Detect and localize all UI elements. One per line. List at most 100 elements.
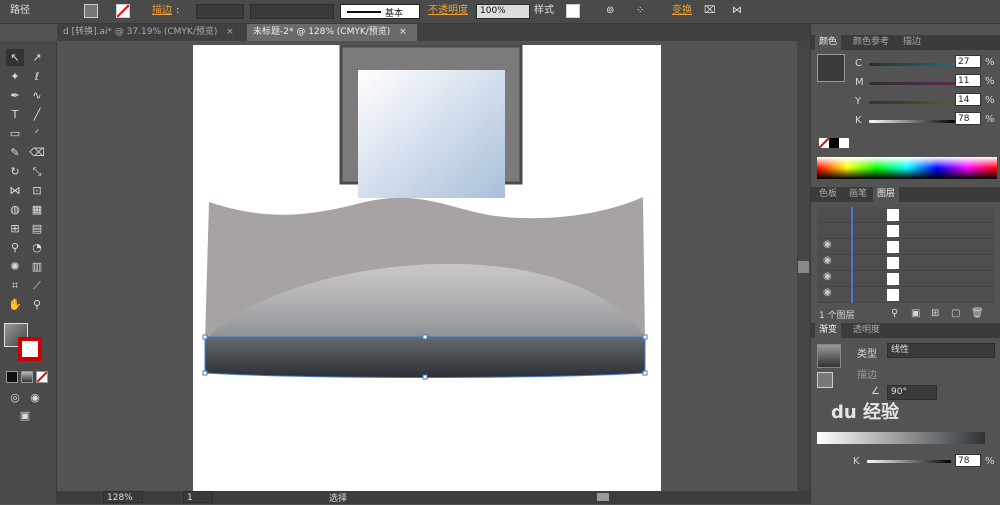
layer-row[interactable] — [817, 223, 995, 239]
artboard-tool-icon[interactable]: ⌗ — [6, 277, 24, 294]
anchor-point[interactable] — [422, 374, 428, 380]
locate-object-icon[interactable]: ⚲ — [891, 308, 898, 319]
curvature-icon[interactable]: ∿ — [28, 87, 46, 104]
slice-tool-icon[interactable]: ⟋ — [28, 277, 46, 294]
scale-icon[interactable]: ⤡ — [28, 163, 46, 180]
hand-tool-icon[interactable]: ✋ — [6, 296, 24, 313]
pencil-icon[interactable]: ✎ — [6, 144, 24, 161]
new-layer-icon[interactable]: ▢ — [951, 308, 960, 319]
black-swatch[interactable] — [829, 138, 839, 148]
m-value[interactable]: 11 — [955, 74, 981, 87]
zoom-tool-icon[interactable]: ⚲ — [28, 296, 46, 313]
eye-icon[interactable]: ◉ — [823, 271, 832, 282]
scroll-thumb[interactable] — [597, 493, 609, 501]
picture-panel[interactable] — [358, 70, 505, 198]
gradient-mode-icon[interactable] — [21, 371, 33, 383]
gradient-tool-icon[interactable]: ▤ — [28, 220, 46, 237]
tab-layers[interactable]: 图层 — [873, 187, 900, 202]
rotate-icon[interactable]: ↻ — [6, 163, 24, 180]
k-value[interactable]: 78 — [955, 112, 981, 125]
line-tool-icon[interactable]: ╱ — [28, 106, 46, 123]
lasso-icon[interactable]: ℓ — [28, 68, 46, 85]
gradient-type-dropdown[interactable]: 线性 — [887, 343, 995, 358]
zoom-dropdown[interactable]: 128% — [103, 491, 143, 503]
tab-gradient[interactable]: 渐变 — [815, 323, 842, 338]
variable-width-dropdown[interactable] — [250, 4, 334, 19]
bed-base-shape[interactable] — [204, 336, 646, 378]
layer-row[interactable] — [817, 271, 995, 287]
perspective-grid-icon[interactable]: ▦ — [28, 201, 46, 218]
vertical-scrollbar[interactable] — [797, 41, 810, 491]
tab-color-guide[interactable]: 颜色参考 — [849, 35, 893, 50]
none-mode-icon[interactable] — [36, 371, 48, 383]
stroke-weight-dropdown[interactable] — [196, 4, 244, 19]
color-spectrum[interactable] — [817, 157, 997, 179]
anchor-point[interactable] — [422, 334, 428, 340]
slider-y[interactable] — [869, 101, 955, 104]
opacity-label[interactable]: 不透明度 — [428, 4, 468, 18]
eye-icon[interactable]: ◉ — [823, 287, 832, 298]
recolor-icon[interactable]: ⊚ — [606, 4, 614, 18]
pen-tool-icon[interactable]: ✒ — [6, 87, 24, 104]
layer-row[interactable] — [817, 255, 995, 271]
tab-stroke[interactable]: 描边 — [899, 35, 925, 50]
mesh-tool-icon[interactable]: ⊞ — [6, 220, 24, 237]
y-value[interactable]: 14 — [955, 93, 981, 106]
page-field[interactable]: 1 — [183, 491, 213, 503]
eye-icon[interactable]: ◉ — [823, 239, 832, 250]
trash-icon[interactable]: 🗑 — [971, 308, 984, 319]
width-tool-icon[interactable]: ⋈ — [6, 182, 24, 199]
tab-transparency[interactable]: 透明度 — [849, 323, 884, 338]
tab-document-2[interactable]: 未标题-2* @ 128% (CMYK/预览) × — [247, 24, 417, 41]
tab-document-1[interactable]: d [转换].ai* @ 37.19% (CMYK/预览) × — [57, 24, 243, 41]
symbol-sprayer-icon[interactable]: ✺ — [6, 258, 24, 275]
eye-icon[interactable]: ◉ — [823, 255, 832, 266]
rectangle-tool-icon[interactable]: ▭ — [6, 125, 24, 142]
anchor-point[interactable] — [642, 334, 648, 340]
scroll-thumb[interactable] — [798, 261, 809, 273]
layer-row[interactable] — [817, 287, 995, 303]
graph-tool-icon[interactable]: ▥ — [28, 258, 46, 275]
fill-swatch[interactable] — [84, 4, 98, 18]
anchor-point[interactable] — [642, 370, 648, 376]
align-icon[interactable]: ⁘ — [636, 4, 644, 18]
free-transform-icon[interactable]: ⊡ — [28, 182, 46, 199]
gradient-slider[interactable] — [817, 432, 985, 444]
selection-tool-icon[interactable]: ↖ — [6, 49, 24, 66]
close-icon[interactable]: × — [399, 27, 407, 37]
eraser-icon[interactable]: ⌫ — [28, 144, 46, 161]
slider-c[interactable] — [869, 63, 955, 66]
tab-brushes[interactable]: 画笔 — [845, 187, 871, 202]
tab-color[interactable]: 颜色 — [815, 35, 842, 50]
screen-mode-icon[interactable]: ▣ — [16, 407, 34, 424]
isolate-icon[interactable]: ⌧ — [704, 4, 716, 18]
shape-builder-icon[interactable]: ◍ — [6, 201, 24, 218]
slider-k[interactable] — [869, 120, 955, 123]
color-mode-icon[interactable] — [6, 371, 18, 383]
slider-m[interactable] — [869, 82, 955, 85]
direct-selection-tool-icon[interactable]: ↗ — [28, 49, 46, 66]
magic-wand-icon[interactable]: ✦ — [6, 68, 24, 85]
canvas-area[interactable] — [57, 41, 797, 491]
arrange-icon[interactable]: ⋈ — [732, 4, 742, 18]
new-sublayer-icon[interactable]: ⊞ — [931, 308, 939, 319]
stroke-swatch[interactable] — [116, 4, 130, 18]
artwork[interactable] — [193, 45, 661, 491]
white-swatch[interactable] — [839, 138, 849, 148]
anchor-point[interactable] — [202, 370, 208, 376]
current-color-swatch[interactable] — [817, 54, 845, 82]
clipping-mask-icon[interactable]: ▣ — [911, 308, 920, 319]
fill-stroke-toggle[interactable] — [817, 372, 833, 388]
paintbrush-icon[interactable]: ᐟ — [28, 125, 46, 142]
layer-row[interactable] — [817, 207, 995, 223]
draw-behind-icon[interactable]: ◉ — [26, 389, 44, 406]
stroke-color-icon[interactable] — [18, 337, 42, 361]
anchor-point[interactable] — [202, 334, 208, 340]
graphic-style-swatch[interactable] — [566, 4, 580, 18]
type-tool-icon[interactable]: T — [6, 106, 24, 123]
stroke-style-dropdown[interactable]: 基本 — [340, 4, 420, 19]
none-swatch[interactable] — [819, 138, 829, 148]
c-value[interactable]: 27 — [955, 55, 981, 68]
close-icon[interactable]: × — [226, 27, 234, 37]
transform-label[interactable]: 变换 — [672, 4, 692, 18]
